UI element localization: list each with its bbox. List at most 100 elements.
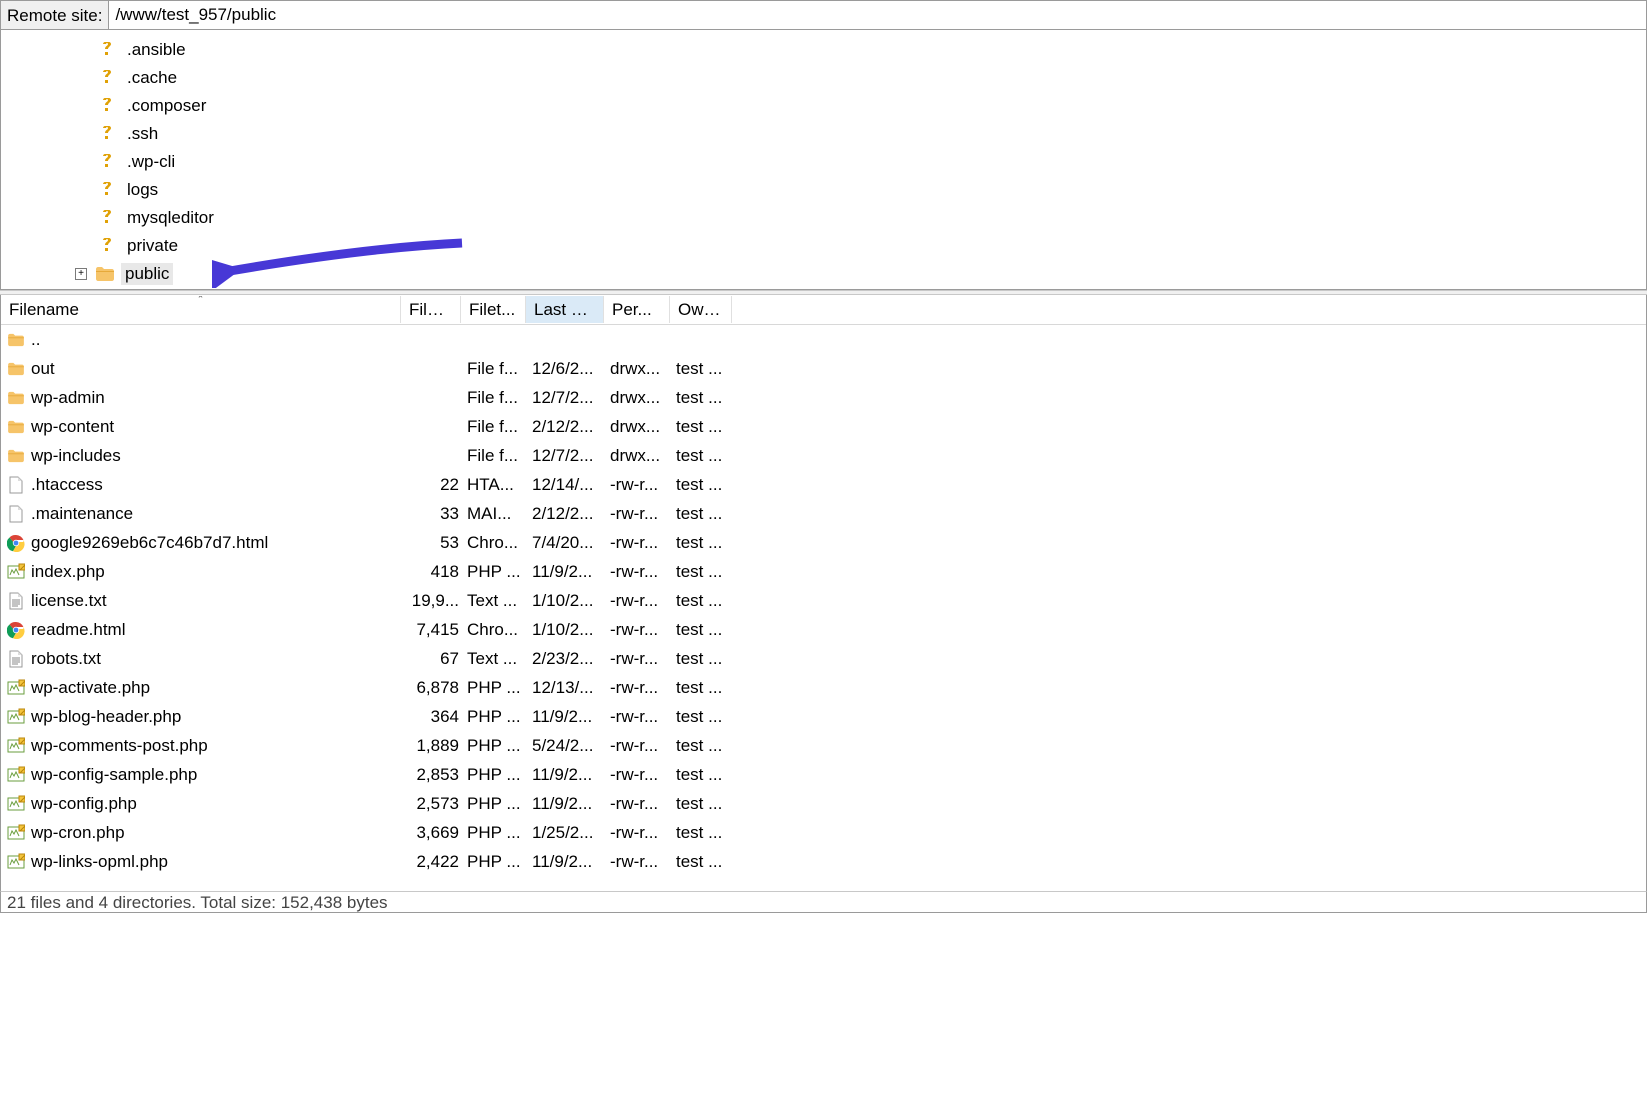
- file-row[interactable]: .htaccess22HTA...12/14/...-rw-r...test .…: [1, 470, 1646, 499]
- file-perm: -rw-r...: [610, 620, 676, 640]
- file-perm: -rw-r...: [610, 852, 676, 872]
- file-row[interactable]: wp-comments-post.php1,889PHP ...5/24/2..…: [1, 731, 1646, 760]
- remote-tree-pane[interactable]: .ansible.cache .composer .ssh .wp-clilogs my…: [0, 30, 1647, 290]
- tree-item[interactable]: .wp-cli: [1, 148, 1646, 176]
- file-type: PHP ...: [467, 562, 532, 582]
- file-own: test ...: [676, 417, 738, 437]
- file-row[interactable]: .maintenance33MAI...2/12/2...-rw-r...tes…: [1, 499, 1646, 528]
- file-perm: drwx...: [610, 417, 676, 437]
- tree-item[interactable]: .cache: [1, 64, 1646, 92]
- tree-item[interactable]: .ssh: [1, 120, 1646, 148]
- php-icon: [7, 824, 25, 842]
- tree-expander-icon[interactable]: +: [75, 268, 87, 280]
- file-own: test ...: [676, 823, 738, 843]
- file-mod: 12/6/2...: [532, 359, 610, 379]
- file-icon: [7, 505, 25, 523]
- file-row[interactable]: ..: [1, 325, 1646, 354]
- file-row[interactable]: wp-links-opml.php2,422PHP ...11/9/2...-r…: [1, 847, 1646, 876]
- file-row[interactable]: index.php418PHP ...11/9/2...-rw-r...test…: [1, 557, 1646, 586]
- question-mark-icon: [97, 180, 117, 200]
- file-own: test ...: [676, 620, 738, 640]
- file-row[interactable]: robots.txt67Text ...2/23/2...-rw-r...tes…: [1, 644, 1646, 673]
- file-row[interactable]: wp-config.php2,573PHP ...11/9/2...-rw-r.…: [1, 789, 1646, 818]
- file-mod: 11/9/2...: [532, 852, 610, 872]
- tree-item[interactable]: mysqleditor: [1, 204, 1646, 232]
- status-bar: 21 files and 4 directories. Total size: …: [0, 891, 1647, 913]
- file-row[interactable]: license.txt19,9...Text ...1/10/2...-rw-r…: [1, 586, 1646, 615]
- question-mark-icon: [97, 208, 117, 228]
- file-size: 364: [407, 707, 467, 727]
- file-mod: 1/10/2...: [532, 620, 610, 640]
- file-own: test ...: [676, 765, 738, 785]
- file-own: test ...: [676, 475, 738, 495]
- file-own: test ...: [676, 388, 738, 408]
- file-mod: 11/9/2...: [532, 562, 610, 582]
- file-type: PHP ...: [467, 765, 532, 785]
- file-row[interactable]: wp-activate.php6,878PHP ...12/13/...-rw-…: [1, 673, 1646, 702]
- file-name: license.txt: [31, 591, 107, 611]
- file-mod: 11/9/2...: [532, 794, 610, 814]
- file-type: PHP ...: [467, 852, 532, 872]
- file-list-header: Filename⌃ Files... Filet... Last m... Pe…: [1, 295, 1646, 325]
- file-perm: -rw-r...: [610, 823, 676, 843]
- file-row[interactable]: outFile f...12/6/2...drwx...test ...: [1, 354, 1646, 383]
- file-row[interactable]: wp-adminFile f...12/7/2...drwx...test ..…: [1, 383, 1646, 412]
- file-own: test ...: [676, 649, 738, 669]
- file-name: readme.html: [31, 620, 125, 640]
- text-icon: [7, 650, 25, 668]
- remote-path-input[interactable]: [109, 1, 1646, 29]
- file-name: wp-links-opml.php: [31, 852, 168, 872]
- file-name: wp-comments-post.php: [31, 736, 208, 756]
- file-row[interactable]: wp-cron.php3,669PHP ...1/25/2...-rw-r...…: [1, 818, 1646, 847]
- file-list-body[interactable]: ..outFile f...12/6/2...drwx...test ...wp…: [1, 325, 1646, 876]
- chrome-icon: [7, 621, 25, 639]
- col-header-owner[interactable]: Own...: [670, 296, 732, 323]
- file-perm: -rw-r...: [610, 736, 676, 756]
- file-mod: 11/9/2...: [532, 765, 610, 785]
- file-size: 67: [407, 649, 467, 669]
- file-name: robots.txt: [31, 649, 101, 669]
- tree-item-label: mysqleditor: [123, 207, 218, 229]
- file-row[interactable]: wp-includesFile f...12/7/2...drwx...test…: [1, 441, 1646, 470]
- question-mark-icon: [97, 68, 117, 88]
- file-mod: 11/9/2...: [532, 707, 610, 727]
- col-header-filetype[interactable]: Filet...: [461, 296, 526, 323]
- col-header-filename[interactable]: Filename⌃: [1, 296, 401, 323]
- question-mark-icon: [97, 124, 117, 144]
- php-icon: [7, 679, 25, 697]
- file-name: wp-includes: [31, 446, 121, 466]
- php-icon: [7, 795, 25, 813]
- tree-item[interactable]: +public: [1, 260, 1646, 288]
- file-row[interactable]: wp-config-sample.php 2,853PHP ...11/9/2..…: [1, 760, 1646, 789]
- tree-item[interactable]: private: [1, 232, 1646, 260]
- file-row[interactable]: google9269eb6c7c46b7d7.html53Chro...7/4/…: [1, 528, 1646, 557]
- file-mod: 2/23/2...: [532, 649, 610, 669]
- tree-item[interactable]: logs: [1, 176, 1646, 204]
- col-header-permissions[interactable]: Per...: [604, 296, 670, 323]
- file-type: Text ...: [467, 591, 532, 611]
- file-size: 418: [407, 562, 467, 582]
- tree-item[interactable]: .ansible: [1, 36, 1646, 64]
- file-own: test ...: [676, 852, 738, 872]
- file-list-pane: Filename⌃ Files... Filet... Last m... Pe…: [0, 295, 1647, 891]
- chrome-icon: [7, 534, 25, 552]
- file-name: index.php: [31, 562, 105, 582]
- tree-item-label: .composer: [123, 95, 210, 117]
- question-mark-icon: [97, 236, 117, 256]
- file-size: 2,853: [407, 765, 467, 785]
- tree-item-label: .ssh: [123, 123, 162, 145]
- folder-icon: [7, 418, 25, 436]
- file-size: 6,878: [407, 678, 467, 698]
- tree-item[interactable]: .composer: [1, 92, 1646, 120]
- col-header-modified[interactable]: Last m...: [526, 296, 604, 323]
- file-name: wp-config-sample.php: [31, 765, 197, 785]
- file-size: 1,889: [407, 736, 467, 756]
- file-mod: 12/7/2...: [532, 446, 610, 466]
- file-row[interactable]: wp-contentFile f...2/12/2...drwx...test …: [1, 412, 1646, 441]
- file-perm: -rw-r...: [610, 678, 676, 698]
- file-type: Text ...: [467, 649, 532, 669]
- file-name: wp-cron.php: [31, 823, 125, 843]
- file-row[interactable]: readme.html7,415Chro...1/10/2...-rw-r...…: [1, 615, 1646, 644]
- file-row[interactable]: wp-blog-header.php364PHP ...11/9/2...-rw…: [1, 702, 1646, 731]
- col-header-filesize[interactable]: Files...: [401, 296, 461, 323]
